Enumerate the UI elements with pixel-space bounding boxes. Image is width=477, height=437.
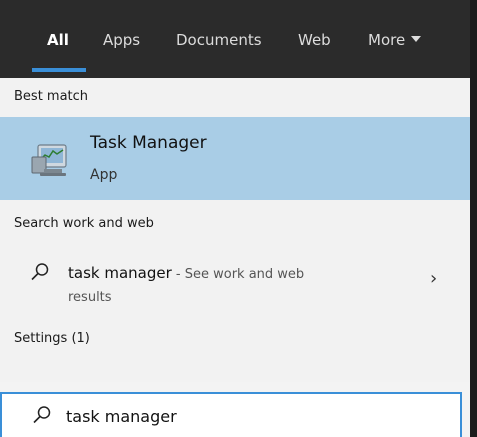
settings-heading: Settings (1) — [14, 331, 90, 346]
search-tabs-bar: All Apps Documents Web More — [0, 0, 470, 78]
search-work-web-heading: Search work and web — [14, 216, 154, 231]
tab-web[interactable]: Web — [298, 30, 331, 50]
tab-all[interactable]: All — [47, 30, 69, 50]
tab-apps[interactable]: Apps — [103, 30, 140, 50]
chevron-right-icon[interactable]: › — [430, 268, 437, 289]
best-match-result-task-manager[interactable]: Task Manager App — [0, 117, 470, 200]
web-suggestion-text: task manager - See work and web — [68, 260, 408, 288]
window-edge — [470, 0, 477, 437]
best-match-title: Task Manager — [90, 133, 207, 153]
tab-more-label: More — [368, 31, 406, 49]
web-suggestion-suffix: - See work and web — [171, 267, 305, 282]
search-icon — [31, 263, 49, 281]
best-match-heading: Best match — [14, 89, 89, 104]
web-suggestion-query: task manager — [68, 264, 172, 282]
results-panel: Best match Task Manager App Search work … — [0, 78, 470, 382]
search-input[interactable] — [66, 403, 446, 429]
active-tab-indicator — [32, 68, 86, 72]
tab-more[interactable]: More — [368, 30, 422, 50]
chevron-down-icon — [411, 36, 422, 42]
search-icon — [33, 406, 51, 424]
tab-documents[interactable]: Documents — [176, 30, 262, 50]
web-search-suggestion[interactable]: task manager - See work and web results … — [0, 242, 470, 316]
best-match-subtitle: App — [90, 167, 118, 183]
web-suggestion-suffix-line2: results — [68, 290, 112, 305]
search-box[interactable] — [0, 392, 462, 437]
task-manager-icon — [31, 144, 67, 176]
